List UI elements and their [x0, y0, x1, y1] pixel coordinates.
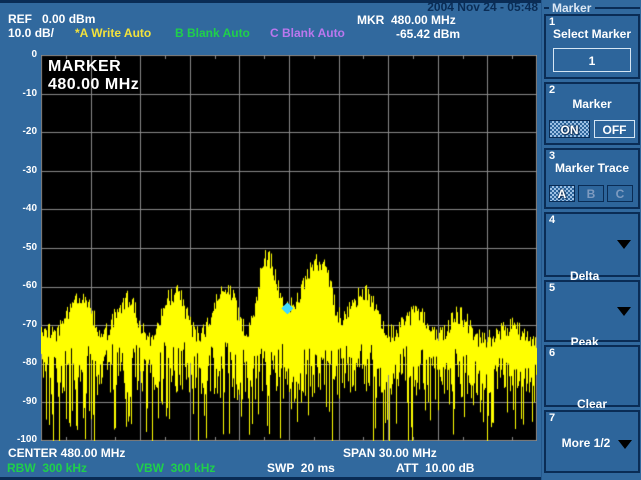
softkey-label: Select Marker	[546, 27, 638, 41]
softkey-select-marker[interactable]: 1 Select Marker 1	[544, 14, 640, 79]
graph-marker-annotation: MARKER 480.00 MHz	[48, 58, 139, 94]
softkey-marker-trace[interactable]: 3 Marker Trace A B C	[544, 148, 640, 209]
marker-level-readout: -65.42 dBm	[396, 28, 460, 41]
marker-on-button[interactable]: ON	[549, 120, 590, 138]
y-axis-label: -60	[0, 280, 37, 291]
softkey-clear-all[interactable]: 6 Clear All	[544, 345, 640, 407]
softkey-peak-menu[interactable]: 5 Peak Menu	[544, 280, 640, 342]
menu-title-label: Marker	[552, 1, 591, 15]
y-axis-label: -20	[0, 126, 37, 137]
marker-off-button[interactable]: OFF	[594, 120, 635, 138]
menu-title: Marker	[544, 1, 640, 15]
attenuation-readout: ATT 10.00 dB	[396, 462, 474, 475]
sweep-readout: SWP 20 ms	[267, 462, 335, 475]
center-freq-readout: CENTER 480.00 MHz	[8, 447, 125, 460]
trace-a-status: *A Write Auto	[75, 27, 151, 40]
scale-per-div-readout: 10.0 dB/	[8, 27, 54, 40]
trace-a-button[interactable]: A	[549, 185, 575, 202]
softkey-number: 4	[549, 214, 555, 226]
softkey-label: Marker Trace	[546, 161, 638, 175]
softkey-number: 5	[549, 282, 555, 294]
softkey-delta-mode[interactable]: 4 Delta Mode	[544, 212, 640, 277]
select-marker-value-button[interactable]: 1	[553, 48, 631, 72]
trace-b-button[interactable]: B	[578, 185, 604, 202]
dropdown-arrow-icon	[618, 440, 632, 449]
datetime-readout: 2004 Nov 24 - 05:48	[390, 1, 538, 14]
vbw-readout: VBW 300 kHz	[136, 462, 215, 475]
trace-c-status: C Blank Auto	[270, 27, 345, 40]
y-axis-label: -50	[0, 242, 37, 253]
y-axis-label: -100	[0, 434, 37, 445]
softkey-number: 2	[549, 84, 555, 96]
graph-marker-freq: 480.00 MHz	[48, 76, 139, 94]
y-axis-label: 0	[0, 49, 37, 60]
dropdown-arrow-icon	[617, 240, 631, 249]
ref-level-readout: REF 0.00 dBm	[8, 13, 95, 26]
trace-c-button[interactable]: C	[607, 185, 633, 202]
y-axis-label: -40	[0, 203, 37, 214]
softkey-menu: Marker 1 Select Marker 1 2 Marker ON OFF…	[541, 0, 641, 480]
marker-freq-readout: MKR 480.00 MHz	[357, 14, 456, 27]
trace-b-status: B Blank Auto	[175, 27, 250, 40]
title-rule-right	[595, 7, 640, 9]
marker-diamond-icon: ◆	[282, 300, 293, 314]
y-axis-label: -80	[0, 357, 37, 368]
graph-area: MARKER 480.00 MHz ◆	[41, 55, 537, 441]
title-rule-left	[544, 7, 549, 9]
span-readout: SPAN 30.00 MHz	[343, 447, 437, 460]
softkey-number: 6	[549, 347, 555, 359]
softkey-more[interactable]: 7 More 1/2	[544, 410, 640, 473]
softkey-number: 7	[549, 412, 555, 424]
y-axis-label: -90	[0, 396, 37, 407]
spectrum-analyzer-screen: REF 0.00 dBm 10.0 dB/ *A Write Auto B Bl…	[0, 0, 641, 480]
softkey-label: Marker	[546, 97, 638, 111]
y-axis-label: -70	[0, 319, 37, 330]
spectrum-trace	[41, 55, 537, 441]
y-axis-label: -30	[0, 165, 37, 176]
graph-marker-title: MARKER	[48, 58, 139, 76]
softkey-marker-on-off[interactable]: 2 Marker ON OFF	[544, 82, 640, 145]
rbw-readout: RBW 300 kHz	[7, 462, 87, 475]
y-axis-label: -10	[0, 88, 37, 99]
dropdown-arrow-icon	[617, 307, 631, 316]
